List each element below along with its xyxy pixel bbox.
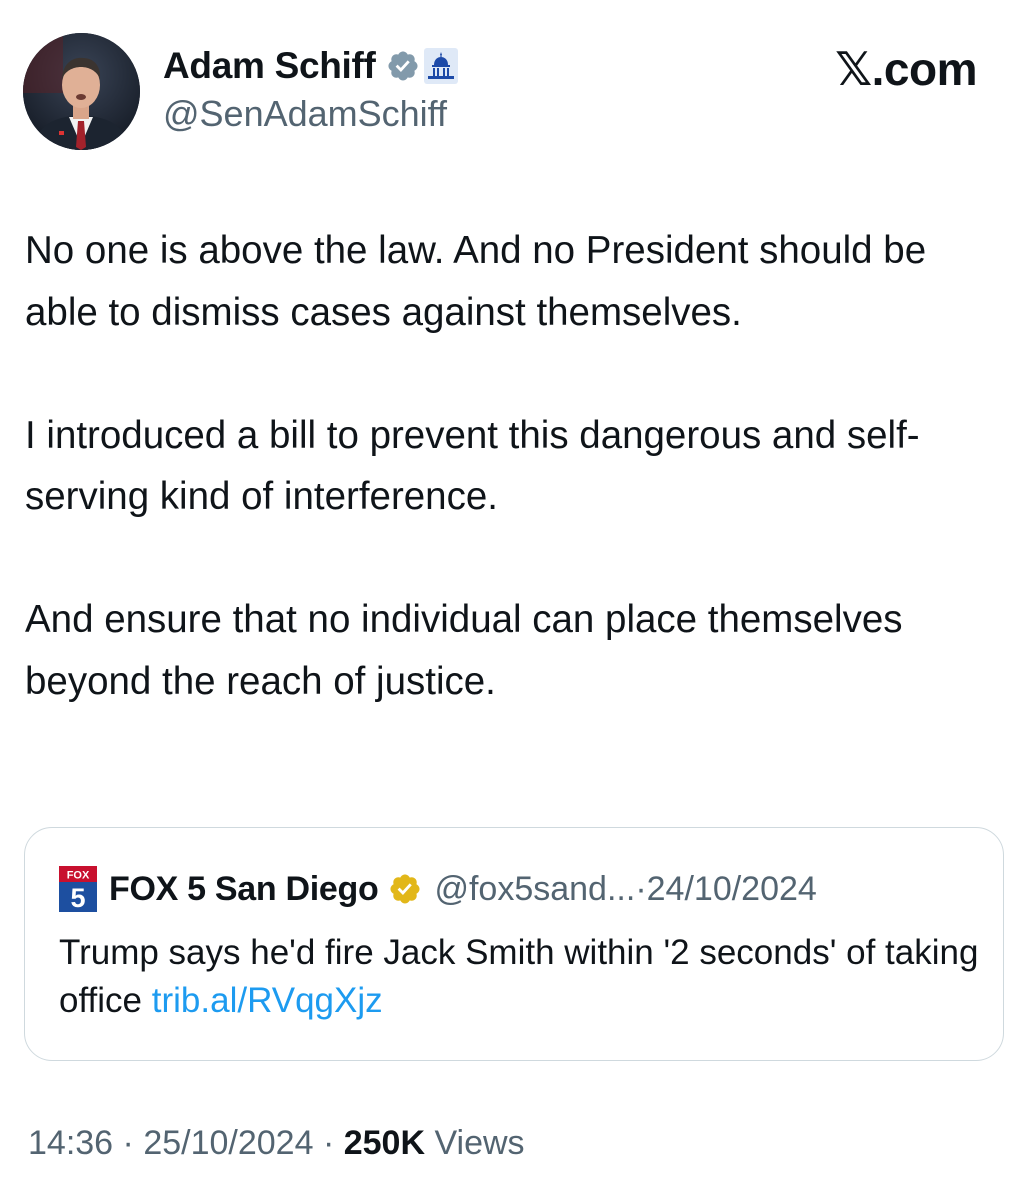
quoted-tweet-date[interactable]: 24/10/2024 bbox=[647, 870, 817, 909]
quoted-author-handle[interactable]: @fox5sand... bbox=[434, 870, 635, 909]
separator-dot: · bbox=[322, 1124, 335, 1162]
quoted-tweet-header: FOX 5 FOX 5 San Diego @fox5sand... · 24/… bbox=[59, 866, 817, 912]
quoted-tweet-text: Trump says he'd fire Jack Smith within '… bbox=[59, 929, 979, 1025]
separator-dot: · bbox=[635, 869, 647, 908]
verified-badge-icon bbox=[386, 49, 420, 83]
tweet-time[interactable]: 14:36 bbox=[28, 1124, 113, 1162]
tweet-date[interactable]: 25/10/2024 bbox=[143, 1124, 313, 1162]
author-name[interactable]: Adam Schiff bbox=[163, 45, 376, 87]
tweet-paragraph: I introduced a bill to prevent this dang… bbox=[25, 413, 920, 519]
views-label: Views bbox=[434, 1124, 525, 1162]
quoted-author-name[interactable]: FOX 5 San Diego bbox=[109, 870, 379, 909]
author-name-row: Adam Schiff bbox=[163, 45, 458, 87]
capitol-icon bbox=[423, 48, 458, 84]
fox5-logo-icon: FOX 5 bbox=[59, 866, 97, 912]
avatar[interactable] bbox=[23, 33, 140, 150]
tweet-paragraph: No one is above the law. And no Presiden… bbox=[25, 229, 927, 334]
tweet-paragraph: And ensure that no individual can place … bbox=[25, 598, 903, 703]
quoted-tweet-link[interactable]: trib.al/RVqgXjz bbox=[152, 981, 383, 1020]
svg-text:5: 5 bbox=[70, 883, 85, 912]
svg-text:FOX: FOX bbox=[67, 870, 90, 882]
avatar-image bbox=[23, 33, 140, 150]
tweet-meta: 14:36 · 25/10/2024 · 250K Views bbox=[28, 1124, 525, 1163]
x-logo: 𝕏.com bbox=[835, 43, 977, 95]
separator-dot: · bbox=[122, 1124, 134, 1162]
quoted-tweet-card[interactable]: FOX 5 FOX 5 San Diego @fox5sand... · 24/… bbox=[24, 827, 1004, 1061]
author-handle[interactable]: @SenAdamSchiff bbox=[163, 93, 447, 135]
verified-gold-badge-icon bbox=[388, 872, 422, 906]
views-count: 250K bbox=[343, 1124, 426, 1162]
tweet-text: No one is above the law. And no Presiden… bbox=[25, 220, 1000, 712]
